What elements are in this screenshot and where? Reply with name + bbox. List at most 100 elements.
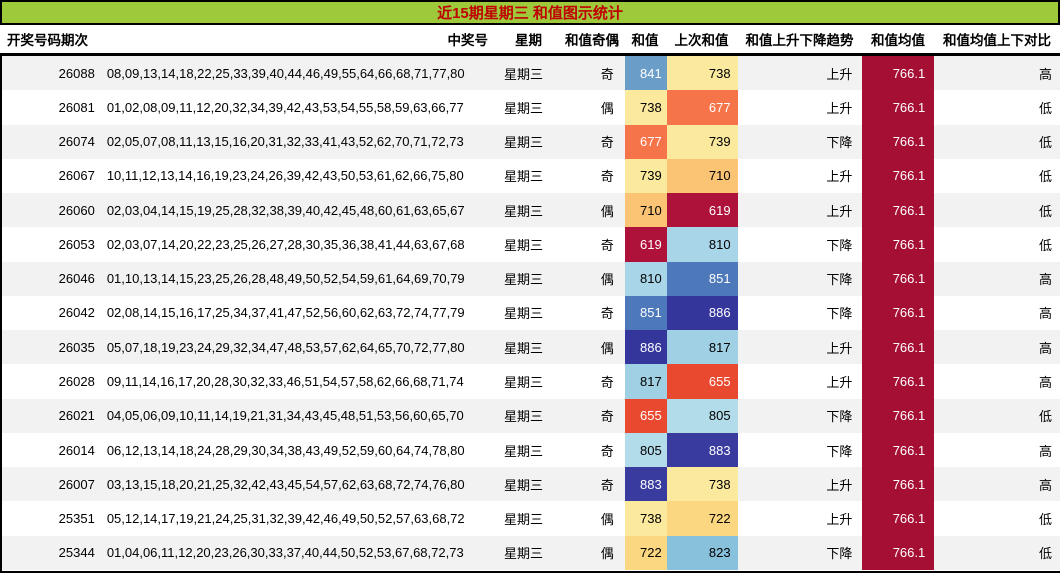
header-numbers: 中奖号 [447, 33, 489, 48]
table-row: 26046 01,10,13,14,15,23,25,26,28,48,49,50… [2, 261, 1060, 296]
trend-cell: 下降 [826, 306, 853, 322]
mean-cell: 766.1 [862, 227, 935, 262]
period-cell: 26088 [58, 65, 95, 81]
compare-cell: 高 [1038, 306, 1052, 322]
table-row: 26067 10,11,12,13,14,16,19,23,24,26,39,42… [2, 158, 1060, 194]
sum-cell: 841 [624, 56, 667, 91]
week-cell: 星期三 [504, 375, 544, 391]
header-period: 开奖号码期次 [7, 33, 88, 48]
compare-cell: 高 [1038, 66, 1052, 82]
table-row: 26028 09,11,14,16,17,20,28,30,32,33,46,51… [2, 364, 1060, 399]
trend-cell: 下降 [826, 546, 853, 562]
table-row: 26081 01,02,08,09,11,12,20,32,34,39,42,43… [2, 90, 1060, 125]
parity-cell: 奇 [600, 306, 614, 322]
compare-cell: 低 [1038, 512, 1052, 528]
sum-cell: 805 [624, 432, 667, 468]
week-cell: 星期三 [504, 237, 544, 253]
period-cell: 26014 [58, 442, 95, 458]
table-row: 26088 08,09,13,14,18,22,25,33,39,40,44,46… [2, 56, 1060, 91]
header-prev-sum: 上次和值 [674, 33, 729, 48]
parity-cell: 奇 [600, 477, 614, 493]
period-cell: 26035 [58, 339, 95, 355]
week-cell: 星期三 [504, 477, 544, 493]
mean-cell: 766.1 [862, 56, 935, 91]
compare-cell: 高 [1038, 340, 1052, 356]
sum-cell: 851 [624, 295, 667, 331]
sum-cell: 817 [624, 364, 667, 399]
table-row: 26007 03,13,15,18,20,21,25,32,42,43,45,54… [2, 467, 1060, 502]
week-cell: 星期三 [504, 443, 544, 459]
table-row: 26021 04,05,06,09,10,11,14,19,21,31,34,43… [2, 398, 1060, 433]
mean-cell: 766.1 [862, 432, 935, 468]
mean-cell: 766.1 [862, 535, 935, 570]
compare-cell: 低 [1038, 100, 1052, 116]
parity-cell: 奇 [600, 66, 614, 82]
numbers-cell: 09,11,14,16,17,20,28,30,32,33,46,51,54,5… [106, 374, 464, 390]
header-parity: 和值奇偶 [565, 33, 619, 48]
mean-cell: 766.1 [862, 158, 935, 194]
compare-cell: 高 [1038, 477, 1052, 493]
period-cell: 26067 [58, 168, 95, 184]
prev-sum-cell: 710 [666, 158, 738, 194]
week-cell: 星期三 [504, 340, 544, 356]
mean-cell: 766.1 [862, 501, 935, 536]
sum-cell: 619 [624, 227, 667, 262]
trend-cell: 上升 [826, 512, 853, 528]
mean-cell: 766.1 [862, 467, 935, 502]
mean-cell: 766.1 [862, 330, 935, 365]
sum-cell: 810 [624, 261, 667, 296]
mean-cell: 766.1 [862, 261, 935, 296]
trend-cell: 下降 [826, 237, 853, 253]
prev-sum-cell: 851 [666, 261, 738, 296]
trend-cell: 上升 [826, 100, 853, 116]
trend-cell: 上升 [826, 375, 853, 391]
parity-cell: 偶 [600, 100, 614, 116]
sum-cell: 739 [624, 158, 667, 194]
period-cell: 25351 [58, 511, 95, 527]
header-trend: 和值上升下降趋势 [745, 33, 854, 48]
period-cell: 26042 [58, 305, 95, 321]
parity-cell: 奇 [600, 135, 614, 151]
table-row: 26060 02,03,04,14,15,19,25,28,32,38,39,40… [2, 193, 1060, 228]
sum-cell: 677 [624, 124, 667, 159]
parity-cell: 奇 [600, 409, 614, 425]
compare-cell: 低 [1038, 546, 1052, 562]
numbers-cell: 02,05,07,08,11,13,15,16,20,31,32,33,41,4… [106, 134, 464, 150]
week-cell: 星期三 [504, 272, 544, 288]
period-cell: 26007 [58, 476, 95, 492]
period-cell: 26081 [58, 99, 95, 115]
prev-sum-cell: 817 [666, 330, 738, 365]
table-row: 25344 01,04,06,11,12,20,23,26,30,33,37,40… [2, 535, 1060, 570]
period-cell: 26074 [58, 134, 95, 150]
prev-sum-cell: 823 [666, 535, 738, 570]
table-row: 26053 02,03,07,14,20,22,23,25,26,27,28,30… [2, 227, 1060, 262]
compare-cell: 高 [1038, 272, 1052, 288]
period-cell: 26021 [58, 408, 95, 424]
trend-cell: 上升 [826, 66, 853, 82]
prev-sum-cell: 738 [666, 467, 738, 502]
table-row: 26042 02,08,14,15,16,17,25,34,37,41,47,52… [2, 295, 1060, 331]
parity-cell: 偶 [600, 546, 614, 562]
week-cell: 星期三 [504, 409, 544, 425]
sum-cell: 722 [624, 535, 667, 570]
parity-cell: 偶 [600, 272, 614, 288]
numbers-cell: 03,13,15,18,20,21,25,32,42,43,45,54,57,6… [106, 476, 465, 492]
sum-cell: 738 [624, 90, 667, 125]
trend-cell: 下降 [826, 409, 853, 425]
prev-sum-cell: 886 [666, 295, 738, 331]
table-header: 开奖号码期次 中奖号 星期 和值奇偶 和值 上次和值 和值上升下降趋势 和值均值… [0, 25, 1060, 56]
week-cell: 星期三 [504, 169, 544, 185]
numbers-cell: 02,03,04,14,15,19,25,28,32,38,39,40,42,4… [106, 202, 465, 218]
trend-cell: 下降 [826, 135, 853, 151]
parity-cell: 奇 [600, 375, 614, 391]
week-cell: 星期三 [504, 135, 544, 151]
trend-cell: 上升 [826, 169, 853, 185]
mean-cell: 766.1 [862, 90, 935, 125]
prev-sum-cell: 810 [666, 227, 738, 262]
prev-sum-cell: 883 [666, 432, 738, 468]
trend-cell: 上升 [826, 340, 853, 356]
compare-cell: 高 [1038, 443, 1052, 459]
numbers-cell: 02,08,14,15,16,17,25,34,37,41,47,52,56,6… [106, 305, 465, 321]
sum-cell: 883 [624, 467, 667, 502]
mean-cell: 766.1 [862, 295, 935, 331]
